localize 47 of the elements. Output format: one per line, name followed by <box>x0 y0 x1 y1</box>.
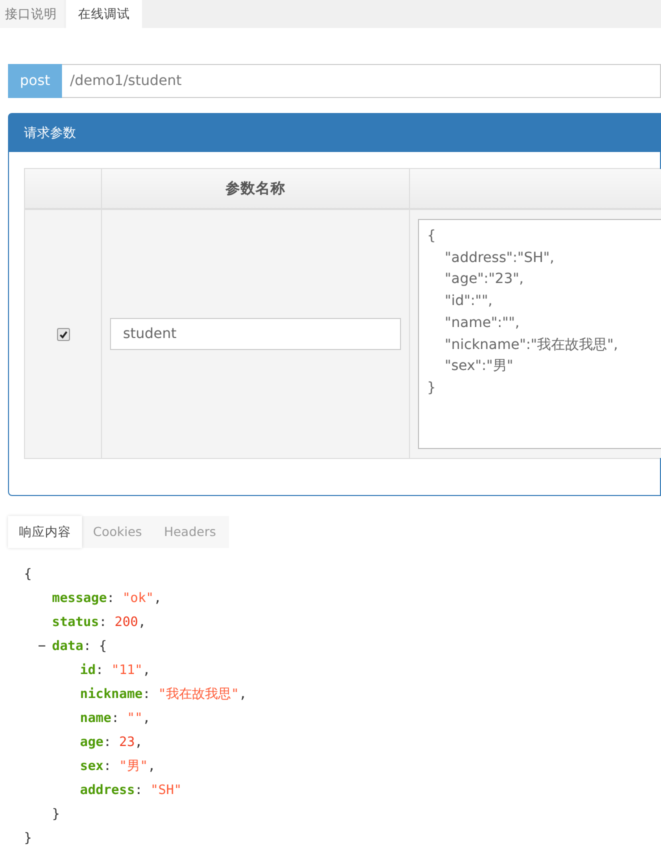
json-punctuation: : <box>106 590 115 606</box>
json-key: id <box>80 662 96 678</box>
json-key: message <box>52 590 107 606</box>
json-value: 23 <box>119 734 135 750</box>
json-key: data <box>52 638 84 654</box>
table-header: 参数名称 <box>102 169 410 210</box>
json-key: address <box>80 782 135 798</box>
json-value: "男" <box>119 758 148 775</box>
json-punctuation: , <box>148 758 156 774</box>
json-punctuation: : <box>142 686 150 702</box>
json-punctuation: { <box>24 566 32 582</box>
json-punctuation: : <box>96 662 104 678</box>
json-punctuation: , <box>142 662 150 678</box>
json-punctuation: : <box>103 734 112 750</box>
method-label: post <box>8 64 62 98</box>
json-value: "11" <box>111 662 143 678</box>
tab[interactable]: 响应内容 <box>8 516 82 548</box>
json-punctuation: : <box>98 614 107 630</box>
tab[interactable]: 在线调试 <box>66 0 142 28</box>
json-punctuation: , <box>154 590 162 606</box>
json-key: age <box>80 734 104 750</box>
json-punctuation: : <box>111 710 120 726</box>
json-key: nickname <box>80 686 143 702</box>
json-punctuation: } <box>24 830 32 846</box>
url-field[interactable]: /demo1/student <box>62 64 661 98</box>
json-key: name <box>80 710 112 726</box>
json-value: "SH" <box>150 782 182 798</box>
json-punctuation: , <box>142 710 150 726</box>
json-value: "我在故我思" <box>158 686 239 703</box>
json-value: 200 <box>114 614 138 630</box>
panel-title: 请求参数 <box>9 114 660 152</box>
json-value: "" <box>126 710 143 726</box>
json-punctuation: : <box>103 758 112 774</box>
json-value: "ok" <box>122 590 154 606</box>
checkbox[interactable] <box>56 328 70 340</box>
collapse-toggle[interactable]: − <box>38 638 46 654</box>
tab[interactable]: 接口说明 <box>0 0 64 28</box>
json-punctuation: : <box>134 782 143 798</box>
param-value-field[interactable]: { "address":"SH", "age":"23", "id":"", "name":"", "nickname":"我在故我思", "sex":"男" } <box>418 219 661 449</box>
json-punctuation: , <box>238 686 247 702</box>
json-punctuation: , <box>138 614 146 630</box>
param-name-field[interactable]: student <box>110 318 401 350</box>
json-key: sex <box>80 758 104 774</box>
json-punctuation: , <box>134 734 143 750</box>
json-punctuation: : { <box>83 638 107 654</box>
json-punctuation: } <box>52 806 60 822</box>
json-key: status <box>52 614 99 630</box>
